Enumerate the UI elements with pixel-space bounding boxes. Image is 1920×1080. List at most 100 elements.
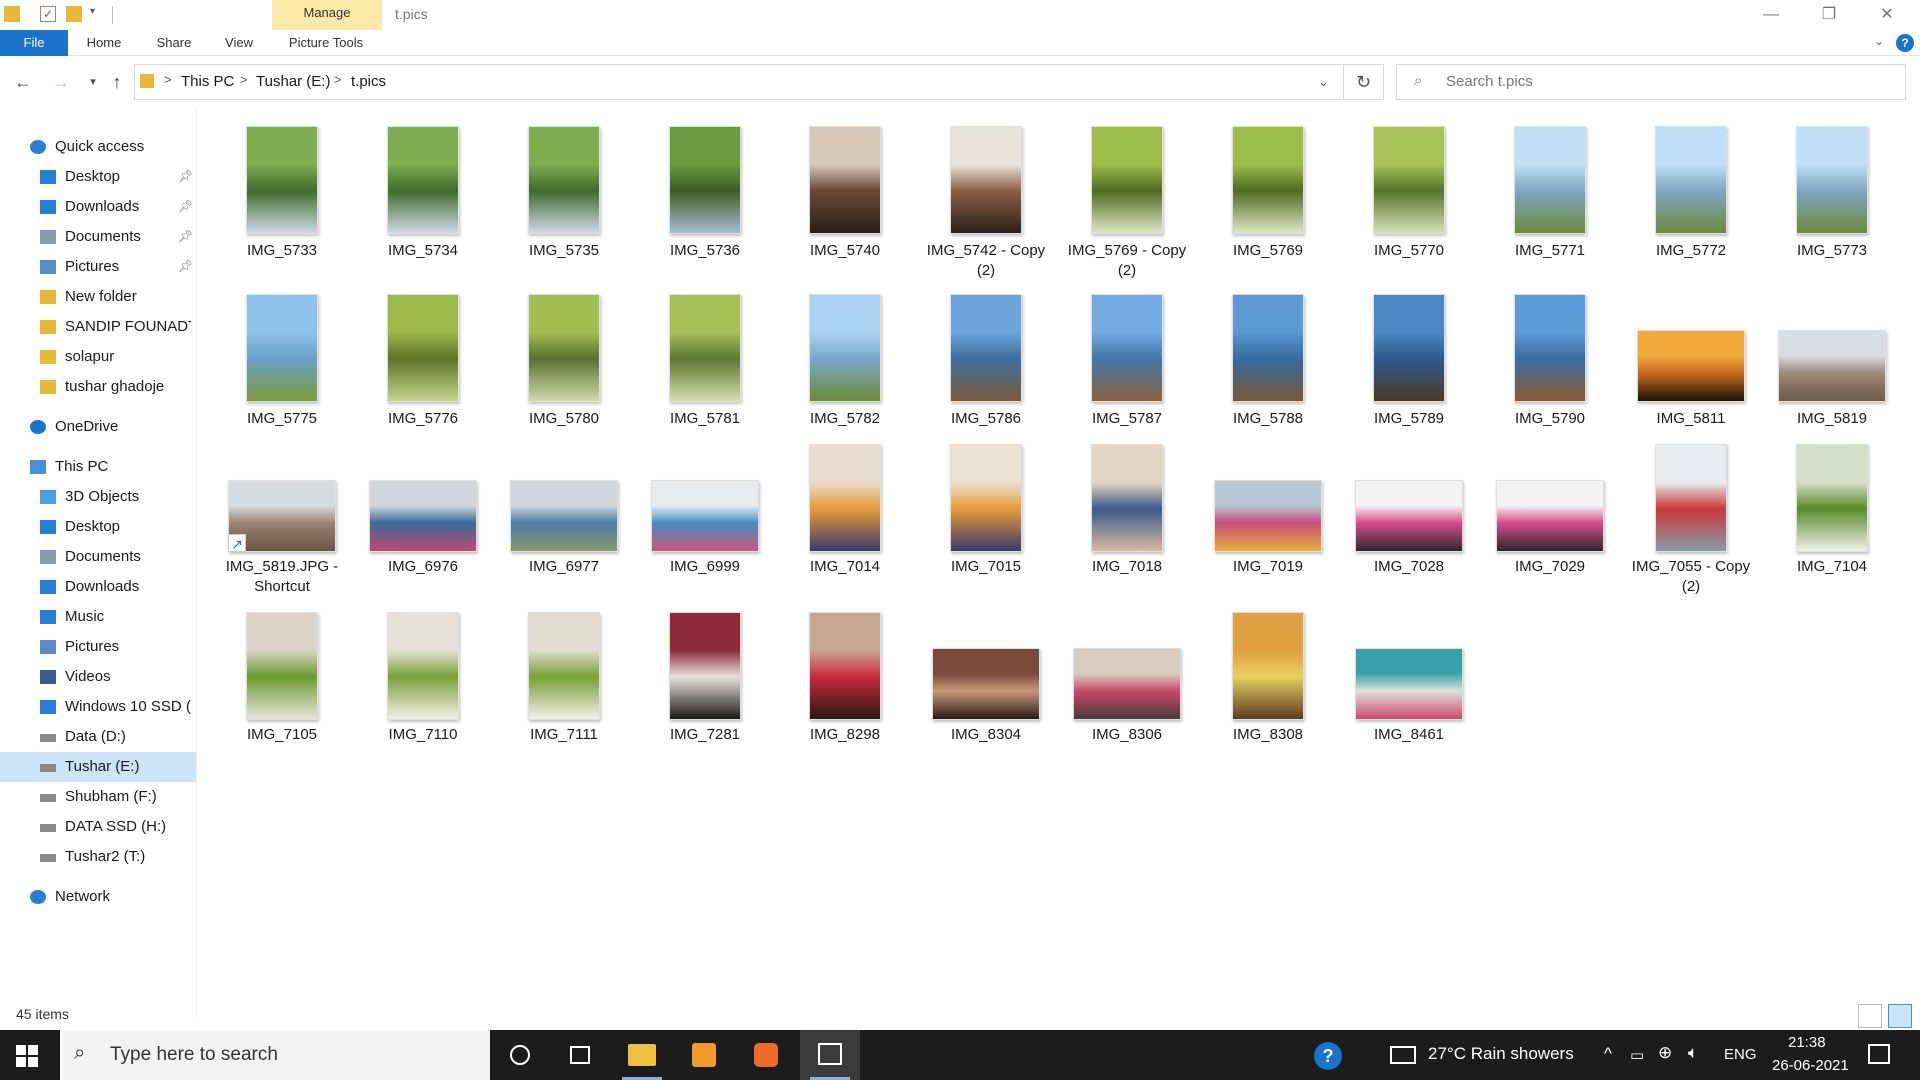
sidebar-item-data-ssd-h[interactable]: DATA SSD (H:) xyxy=(0,812,196,842)
file-item[interactable]: IMG_8306 xyxy=(1062,628,1192,790)
image-thumbnail[interactable] xyxy=(1496,480,1604,552)
tab-view[interactable]: View xyxy=(218,30,260,56)
image-thumbnail[interactable] xyxy=(651,480,759,552)
up-arrow-icon[interactable]: ↑ xyxy=(106,70,128,94)
file-item[interactable]: IMG_5776 xyxy=(358,292,488,454)
image-thumbnail[interactable] xyxy=(669,126,741,234)
file-item[interactable]: IMG_5787 xyxy=(1062,292,1192,454)
recent-locations-icon[interactable]: ▾ xyxy=(82,70,104,94)
sidebar-item-shubham-f[interactable]: Shubham (F:) xyxy=(0,782,196,812)
file-item[interactable]: IMG_8298 xyxy=(780,612,910,790)
file-item[interactable]: IMG_7111 xyxy=(499,612,629,790)
windows-start-icon[interactable] xyxy=(16,1045,38,1067)
clock-time[interactable]: 21:38 xyxy=(1788,1034,1826,1051)
task-view-icon[interactable] xyxy=(550,1030,610,1080)
file-item[interactable]: IMG_5782 xyxy=(780,292,910,454)
file-item[interactable]: IMG_5736 xyxy=(640,124,770,286)
manage-tab[interactable]: Manage xyxy=(272,5,382,20)
image-thumbnail[interactable] xyxy=(1355,648,1463,720)
minimize-button[interactable]: — xyxy=(1748,2,1794,28)
sidebar-item-desktop[interactable]: Desktop xyxy=(0,512,196,542)
file-item[interactable]: IMG_5735 xyxy=(499,124,629,286)
file-item[interactable]: IMG_5811 xyxy=(1626,292,1756,454)
image-thumbnail[interactable] xyxy=(1655,126,1727,234)
tab-home[interactable]: Home xyxy=(78,30,130,56)
sidebar-item-3d-objects[interactable]: 3D Objects xyxy=(0,482,196,512)
file-item[interactable]: IMG_6976 xyxy=(358,460,488,622)
file-item[interactable]: IMG_5769 xyxy=(1203,124,1333,286)
image-thumbnail[interactable] xyxy=(1355,480,1463,552)
file-item[interactable]: IMG_6999 xyxy=(640,460,770,622)
image-thumbnail[interactable] xyxy=(809,126,881,234)
file-item[interactable]: IMG_7104 xyxy=(1767,444,1897,622)
image-thumbnail[interactable] xyxy=(669,612,741,720)
sidebar-item-desktop[interactable]: Desktop 📌︎ xyxy=(0,162,196,192)
sidebar-item-tushar-e[interactable]: Tushar (E:) xyxy=(0,752,196,782)
sidebar-item-onedrive[interactable]: OneDrive xyxy=(0,412,196,442)
photos-icon[interactable] xyxy=(800,1030,860,1080)
file-item[interactable]: IMG_5780 xyxy=(499,292,629,454)
sidebar-item-sandip-founadti[interactable]: SANDIP FOUNADTI( xyxy=(0,312,196,342)
image-thumbnail[interactable] xyxy=(809,612,881,720)
image-thumbnail[interactable] xyxy=(1373,294,1445,402)
image-thumbnail[interactable] xyxy=(528,612,600,720)
file-item[interactable]: IMG_7028 xyxy=(1344,460,1474,622)
file-item[interactable]: IMG_5771 xyxy=(1485,124,1615,286)
file-item[interactable]: IMG_5789 xyxy=(1344,292,1474,454)
sidebar-item-videos[interactable]: Videos xyxy=(0,662,196,692)
image-thumbnail[interactable] xyxy=(1373,126,1445,234)
image-thumbnail[interactable] xyxy=(1655,444,1727,552)
file-item[interactable]: ↗ IMG_5819.JPG - Shortcut xyxy=(217,460,347,622)
input-language[interactable]: ENG xyxy=(1724,1046,1757,1063)
file-item[interactable]: IMG_5819 xyxy=(1767,292,1897,454)
refresh-icon[interactable]: ↻ xyxy=(1344,64,1384,100)
forward-arrow-icon[interactable]: → xyxy=(50,70,72,94)
file-item[interactable]: IMG_7105 xyxy=(217,612,347,790)
image-thumbnail[interactable] xyxy=(369,480,477,552)
file-item[interactable]: IMG_5769 - Copy (2) xyxy=(1062,124,1192,286)
image-thumbnail[interactable] xyxy=(1232,294,1304,402)
image-thumbnail[interactable] xyxy=(669,294,741,402)
file-item[interactable]: IMG_7019 xyxy=(1203,460,1333,622)
image-thumbnail[interactable] xyxy=(528,126,600,234)
file-item[interactable]: IMG_5781 xyxy=(640,292,770,454)
file-item[interactable]: IMG_5773 xyxy=(1767,124,1897,286)
file-item[interactable]: IMG_5740 xyxy=(780,124,910,286)
file-item[interactable]: IMG_5742 - Copy (2) xyxy=(921,124,1051,286)
new-folder-icon[interactable] xyxy=(66,6,82,22)
sidebar-item-pictures[interactable]: Pictures 📌︎ xyxy=(0,252,196,282)
tab-picture-tools[interactable]: Picture Tools xyxy=(276,30,376,56)
network-globe-icon[interactable]: ⊕ xyxy=(1658,1043,1672,1063)
breadcrumb-t-pics[interactable]: t.pics xyxy=(351,73,386,90)
sidebar-item-network[interactable]: Network xyxy=(0,882,196,912)
sidebar-item-music[interactable]: Music xyxy=(0,602,196,632)
file-item[interactable]: IMG_8304 xyxy=(921,628,1051,790)
breadcrumb-this-pc[interactable]: This PC xyxy=(181,73,234,90)
file-item[interactable]: IMG_5786 xyxy=(921,292,1051,454)
breadcrumb-separator[interactable]: > xyxy=(240,72,248,87)
image-thumbnail[interactable] xyxy=(1073,648,1181,720)
sidebar-item-quick-access[interactable]: Quick access xyxy=(0,132,196,162)
close-button[interactable]: ✕ xyxy=(1864,2,1910,28)
notifications-icon[interactable] xyxy=(1868,1044,1890,1064)
help-tips-icon[interactable]: ? xyxy=(1314,1042,1342,1070)
restore-button[interactable]: ❐ xyxy=(1806,2,1852,28)
tab-share[interactable]: Share xyxy=(148,30,200,56)
file-item[interactable]: IMG_7281 xyxy=(640,612,770,790)
sidebar-item-downloads[interactable]: Downloads xyxy=(0,572,196,602)
image-thumbnail[interactable] xyxy=(528,294,600,402)
image-thumbnail[interactable] xyxy=(809,294,881,402)
sidebar-item-pictures[interactable]: Pictures xyxy=(0,632,196,662)
sublime-text-icon[interactable] xyxy=(674,1030,734,1080)
image-thumbnail[interactable] xyxy=(1637,330,1745,402)
image-thumbnail[interactable] xyxy=(1091,294,1163,402)
image-thumbnail[interactable] xyxy=(1091,444,1163,552)
image-thumbnail[interactable] xyxy=(1232,612,1304,720)
image-thumbnail[interactable] xyxy=(1778,330,1886,402)
sidebar-item-windows-10-ssd-c[interactable]: Windows 10 SSD (C xyxy=(0,692,196,722)
sidebar-item-downloads[interactable]: Downloads 📌︎ xyxy=(0,192,196,222)
image-thumbnail[interactable] xyxy=(932,648,1040,720)
xampp-icon[interactable] xyxy=(736,1030,796,1080)
breadcrumb-separator[interactable]: > xyxy=(164,72,172,87)
image-thumbnail[interactable] xyxy=(1796,444,1868,552)
